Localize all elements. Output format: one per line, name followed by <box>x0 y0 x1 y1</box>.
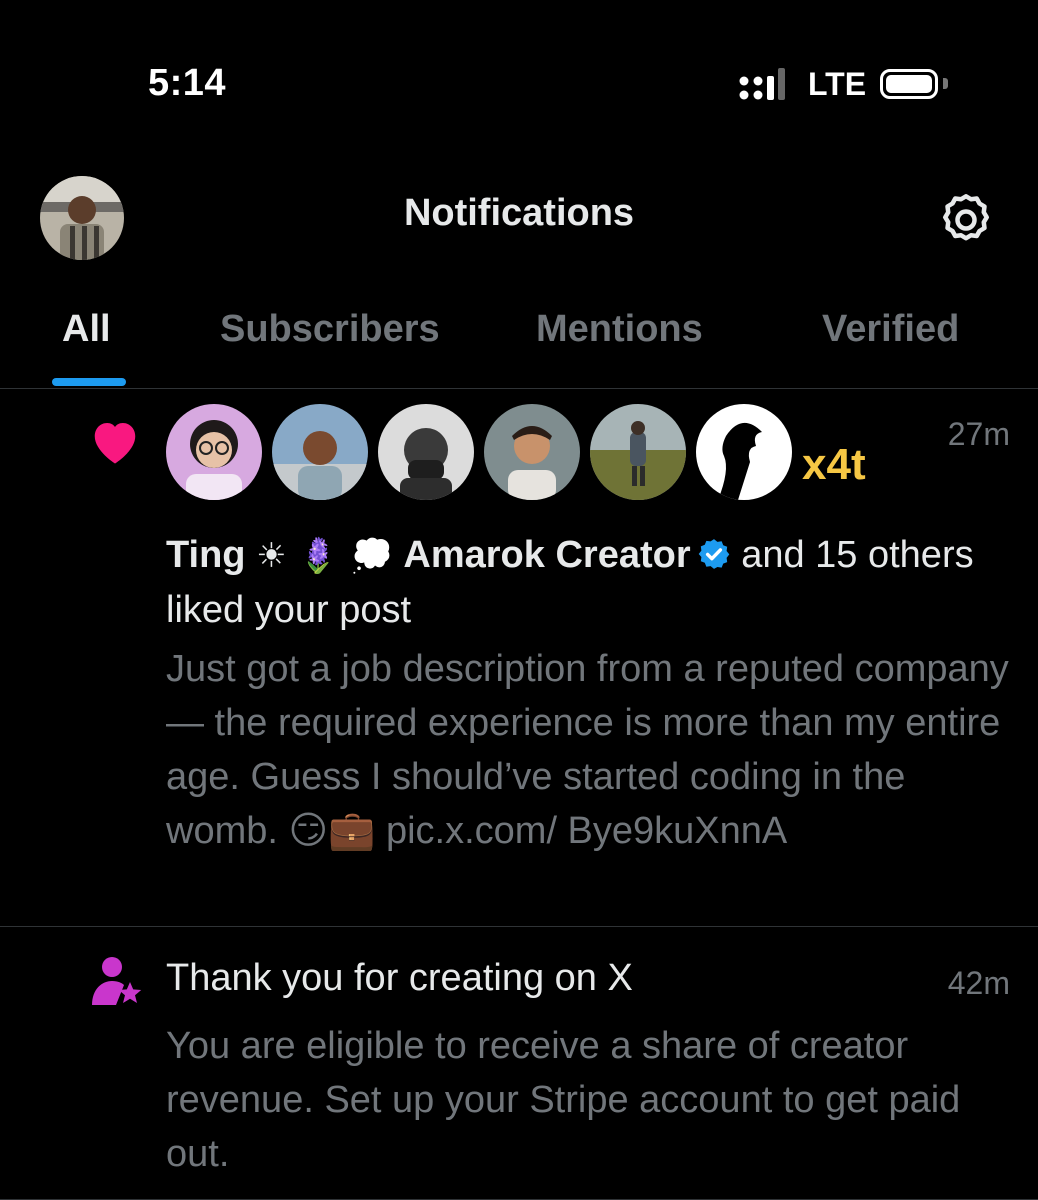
avatar[interactable] <box>484 404 580 500</box>
avatar[interactable] <box>696 404 792 500</box>
tab-mentions[interactable]: Mentions <box>536 308 703 351</box>
notification-creator[interactable]: Thank you for creating on X 42m You are … <box>0 927 1038 1200</box>
gear-icon[interactable] <box>936 190 996 250</box>
network-type: LTE <box>808 66 867 102</box>
avatar[interactable] <box>590 404 686 500</box>
tab-bar: All Subscribers Mentions Verified <box>0 300 1038 389</box>
timestamp: 42m <box>947 965 1010 1001</box>
user-emojis: ☀ 🪻 💭 <box>256 536 393 576</box>
tab-verified[interactable]: Verified <box>822 308 959 351</box>
tab-subscribers[interactable]: Subscribers <box>220 308 440 351</box>
notification-likes[interactable]: x4t 27m Ting ☀ 🪻 💭 Amarok Creator and 15… <box>0 388 1038 927</box>
verified-badge-icon <box>698 539 729 569</box>
user-name[interactable]: Ting <box>166 534 246 576</box>
status-time: 5:14 <box>148 62 227 104</box>
timestamp: 27m <box>947 416 1010 452</box>
heart-icon <box>94 423 136 464</box>
post-preview[interactable]: Just got a job description from a repute… <box>166 642 1016 858</box>
like-summary: Ting ☀ 🪻 💭 Amarok Creator and 15 others … <box>166 528 1006 637</box>
user-name[interactable]: Amarok Creator <box>403 534 690 576</box>
cellular-signal-icon <box>739 68 785 100</box>
notification-body: You are eligible to receive a share of c… <box>166 1025 961 1175</box>
and-others-count: and 15 <box>741 534 858 576</box>
header: Notifications <box>0 170 1038 270</box>
status-bar: 5:14 LTE <box>0 0 1038 170</box>
avatar[interactable] <box>378 404 474 500</box>
active-tab-indicator <box>52 378 126 386</box>
avatar[interactable] <box>272 404 368 500</box>
creator-star-icon <box>92 957 142 1005</box>
notification-title: Thank you for creating on X <box>166 957 633 999</box>
avatar[interactable] <box>166 404 262 500</box>
tab-all[interactable]: All <box>62 308 111 351</box>
more-avatars-label: x4t <box>802 440 866 489</box>
battery-tip <box>943 78 948 89</box>
page-title: Notifications <box>403 192 635 234</box>
battery-icon <box>880 69 938 99</box>
